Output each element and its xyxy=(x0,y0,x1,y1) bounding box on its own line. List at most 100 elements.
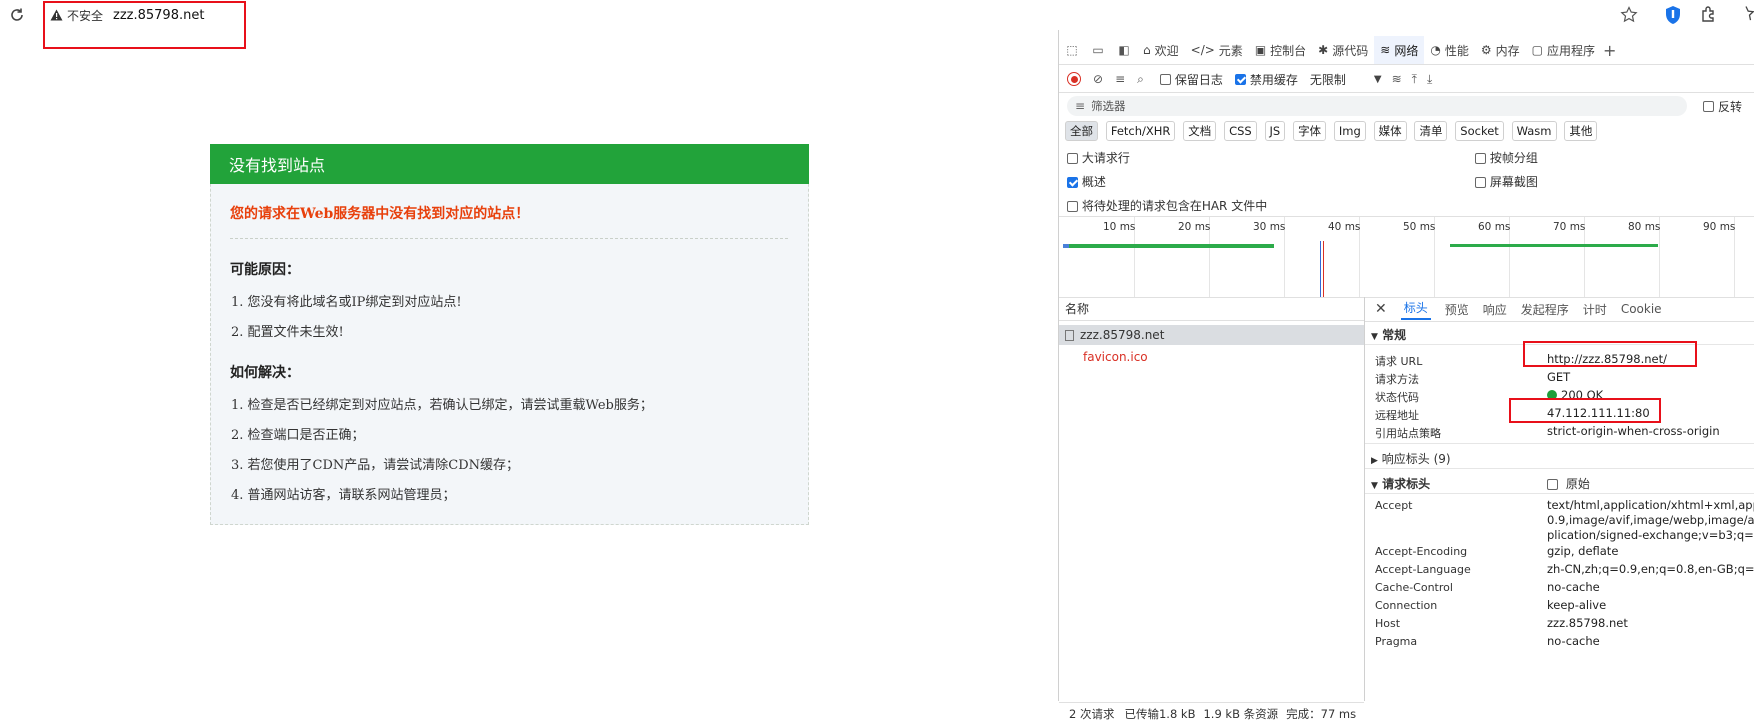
request-row-selected[interactable]: zzz.85798.net xyxy=(1059,325,1364,345)
detail-tab-timing[interactable]: 计时 xyxy=(1583,301,1607,318)
header-value[interactable]: no-cache xyxy=(1547,634,1600,648)
checkbox[interactable] xyxy=(1475,153,1486,164)
checkbox[interactable] xyxy=(1067,201,1078,212)
tab-label: 欢迎 xyxy=(1154,43,1179,58)
preserve-log-checkbox[interactable] xyxy=(1159,73,1171,85)
code-icon: </> xyxy=(1190,43,1215,57)
type-filter-bar: 全部 Fetch/XHR 文档 CSS JS 字体 Img 媒体 清单 Sock… xyxy=(1065,121,1754,143)
option-big-rows[interactable]: 大请求行 xyxy=(1067,149,1130,166)
type-filter-doc[interactable]: 文档 xyxy=(1183,121,1217,141)
general-section-header[interactable]: ▼ 常规 xyxy=(1371,326,1406,343)
header-value[interactable]: zh-CN,zh;q=0.9,en;q=0.8,en-GB;q=0 xyxy=(1547,562,1754,576)
timeline-label: 90 ms xyxy=(1703,221,1736,233)
raw-toggle[interactable]: 原始 xyxy=(1547,475,1590,492)
add-tab-icon[interactable]: + xyxy=(1603,41,1616,60)
header-key: Accept-Encoding xyxy=(1375,545,1468,558)
record-icon[interactable] xyxy=(1067,72,1081,86)
memory-icon: ⚙ xyxy=(1480,43,1492,57)
page-title: 没有找到站点 xyxy=(210,144,809,184)
header-key: 引用站点策略 xyxy=(1375,427,1441,440)
type-filter-socket[interactable]: Socket xyxy=(1455,121,1504,141)
filter-placeholder: 筛选器 xyxy=(1091,99,1126,113)
type-filter-font[interactable]: 字体 xyxy=(1293,121,1327,141)
request-list-header[interactable]: 名称 xyxy=(1059,297,1364,321)
header-value[interactable]: text/html,application/xhtml+xml,app xyxy=(1547,498,1754,512)
detail-tab-headers[interactable]: 标头 xyxy=(1400,299,1431,320)
star-icon[interactable] xyxy=(1620,6,1638,27)
option-group-by-frame[interactable]: 按帧分组 xyxy=(1475,149,1538,166)
inspect-icon[interactable]: ⬚ xyxy=(1059,43,1085,57)
header-value[interactable]: no-cache xyxy=(1547,580,1600,594)
search-icon[interactable]: ⌕ xyxy=(1137,72,1144,87)
shield-icon[interactable] xyxy=(1664,5,1682,28)
tab-elements[interactable]: </> 元素 xyxy=(1185,36,1249,64)
header-value[interactable]: zzz.85798.net xyxy=(1547,616,1628,630)
detail-tab-cookie[interactable]: Cookie xyxy=(1621,302,1662,316)
clear-icon[interactable]: ⊘ xyxy=(1093,72,1103,86)
tab-sources[interactable]: ✱ 源代码 xyxy=(1312,36,1374,64)
timeline-overview[interactable]: 10 ms 20 ms 30 ms 40 ms 50 ms 60 ms 70 m… xyxy=(1059,216,1754,298)
type-filter-other[interactable]: 其他 xyxy=(1564,121,1598,141)
finish-time: 完成：77 ms xyxy=(1286,707,1357,721)
type-filter-manifest[interactable]: 清单 xyxy=(1414,121,1448,141)
header-value[interactable]: strict-origin-when-cross-origin xyxy=(1547,424,1720,438)
tab-console[interactable]: ▣ 控制台 xyxy=(1249,36,1312,64)
devtools-tabbar: ⬚ ▭ ◧ ⌂ 欢迎 </> 元素 ▣ 控制台 ✱ 源代码 ≋ 网络 ◔ 性能 ⚙ 内存 ▢ 应… xyxy=(1059,36,1754,65)
network-conditions-icon[interactable]: ≋ xyxy=(1392,72,1402,86)
option-overview[interactable]: 概述 xyxy=(1067,173,1106,190)
tab-welcome[interactable]: ⌂ 欢迎 xyxy=(1137,36,1185,64)
application-icon: ▢ xyxy=(1531,43,1543,57)
type-filter-all[interactable]: 全部 xyxy=(1065,121,1098,141)
invert-checkbox[interactable] xyxy=(1703,100,1714,112)
filter-input[interactable]: ≡ 筛选器 xyxy=(1067,96,1687,116)
expand-down-icon: ▼ xyxy=(1371,481,1378,491)
detail-tab-preview[interactable]: 预览 xyxy=(1445,301,1469,318)
timeline-marker-dcl xyxy=(1320,241,1321,297)
filter-icon[interactable]: ≡ xyxy=(1115,72,1125,86)
header-value[interactable]: gzip, deflate xyxy=(1547,544,1618,558)
tab-memory[interactable]: ⚙ 内存 xyxy=(1475,36,1526,64)
header-value[interactable]: keep-alive xyxy=(1547,598,1606,612)
disable-cache-checkbox[interactable] xyxy=(1234,73,1246,85)
type-filter-img[interactable]: Img xyxy=(1333,121,1366,141)
device-icon[interactable]: ▭ xyxy=(1085,43,1111,57)
type-filter-media[interactable]: 媒体 xyxy=(1373,121,1407,141)
close-icon[interactable]: ✕ xyxy=(1375,301,1387,317)
reload-icon[interactable] xyxy=(8,6,26,24)
extensions-icon[interactable] xyxy=(1700,5,1718,26)
dock-icon[interactable]: ◧ xyxy=(1111,43,1137,57)
export-icon[interactable]: ⤓ xyxy=(1427,72,1432,87)
raw-checkbox[interactable] xyxy=(1547,479,1558,490)
request-headers-section-header[interactable]: ▼ 请求标头 xyxy=(1371,475,1430,492)
tab-performance[interactable]: ◔ 性能 xyxy=(1424,36,1475,64)
detail-tab-response[interactable]: 响应 xyxy=(1483,301,1507,318)
type-filter-fetch[interactable]: Fetch/XHR xyxy=(1105,121,1176,141)
import-icon[interactable]: ⤒ xyxy=(1412,72,1417,87)
checkbox[interactable] xyxy=(1067,177,1078,188)
header-value-continued[interactable]: plication/signed-exchange;v=b3;q=0 xyxy=(1547,528,1754,542)
browser-toolbar: 不安全 zzz.85798.net xyxy=(0,0,1754,49)
cause-item: 2. 配置文件未生效! xyxy=(231,325,344,340)
header-value-continued[interactable]: 0.9,image/avif,image/webp,image/ap xyxy=(1547,513,1754,527)
divider xyxy=(230,238,788,239)
type-filter-css[interactable]: CSS xyxy=(1224,121,1257,141)
chevron-down-icon[interactable]: ▼ xyxy=(1374,74,1382,85)
throttle-select[interactable]: 无限制 xyxy=(1310,71,1346,88)
checkbox[interactable] xyxy=(1475,177,1486,188)
header-value[interactable]: GET xyxy=(1547,370,1570,384)
type-filter-js[interactable]: JS xyxy=(1264,121,1286,141)
favorites-icon[interactable] xyxy=(1738,5,1754,26)
tab-network[interactable]: ≋ 网络 xyxy=(1374,36,1425,64)
option-screenshots[interactable]: 屏幕截图 xyxy=(1475,173,1538,190)
detail-tab-initiator[interactable]: 发起程序 xyxy=(1521,301,1569,318)
option-label: 按帧分组 xyxy=(1489,151,1538,165)
tab-label: 内存 xyxy=(1495,43,1520,58)
tab-label: 性能 xyxy=(1444,43,1469,58)
type-filter-wasm[interactable]: Wasm xyxy=(1511,121,1557,141)
option-label: 概述 xyxy=(1081,175,1106,189)
response-headers-section-header[interactable]: ▶ 响应标头 (9) xyxy=(1371,450,1451,467)
checkbox[interactable] xyxy=(1067,153,1078,164)
tab-application[interactable]: ▢ 应用程序 xyxy=(1526,36,1601,64)
request-row[interactable]: favicon.ico xyxy=(1059,347,1364,367)
option-include-pending[interactable]: 将待处理的请求包含在HAR 文件中 xyxy=(1067,197,1267,214)
